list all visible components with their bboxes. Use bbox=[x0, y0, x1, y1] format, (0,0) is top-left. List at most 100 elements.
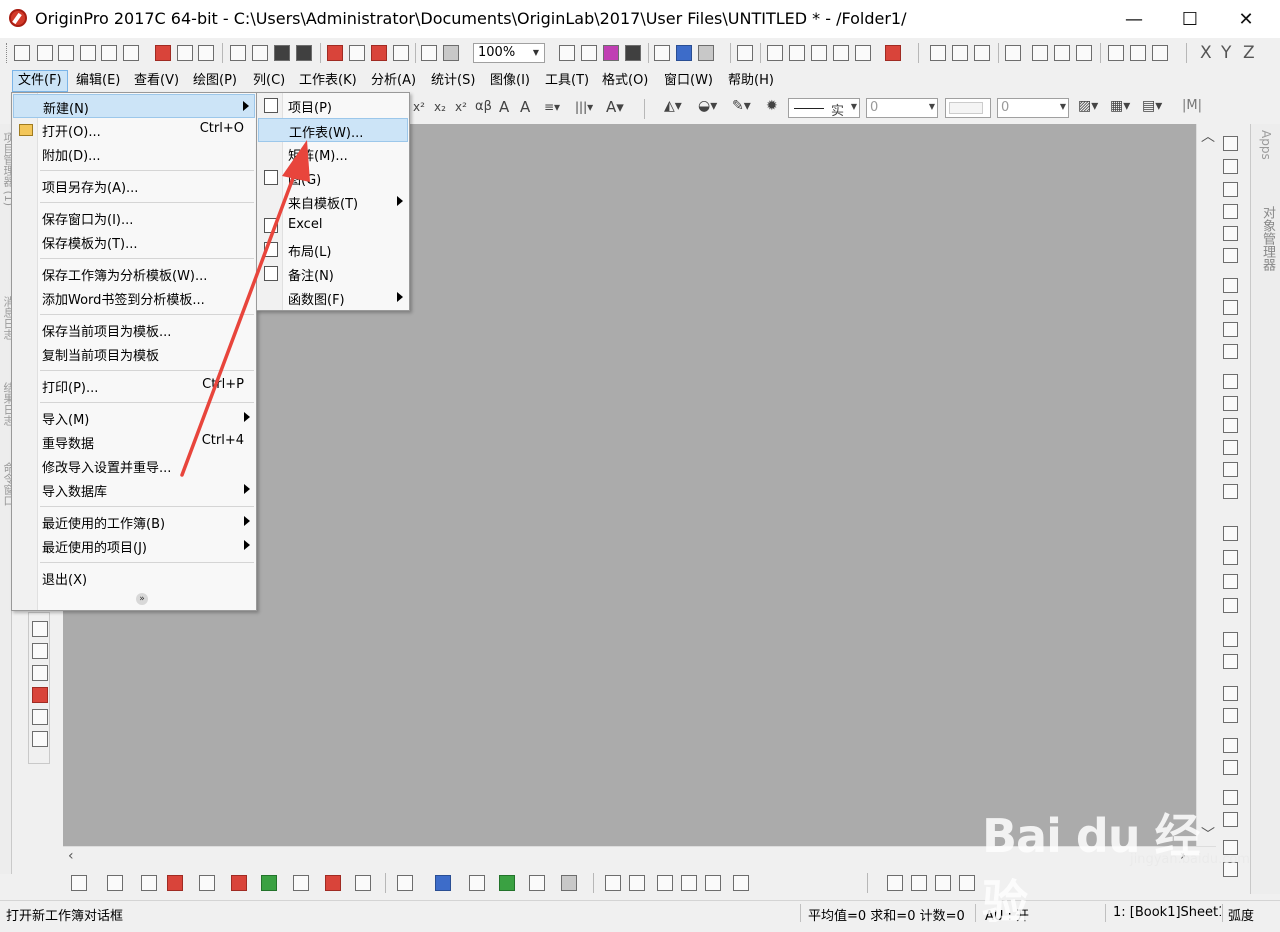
merge-graph-icon[interactable] bbox=[1223, 300, 1238, 315]
stats-icon[interactable] bbox=[952, 45, 968, 61]
line-color-icon[interactable]: ✎▾ bbox=[732, 98, 751, 114]
scroll-left-icon[interactable]: ‹ bbox=[68, 848, 74, 864]
menu-item-save-project-as[interactable]: 项目另存为(A)... bbox=[13, 174, 255, 198]
menu-item-save-window-as[interactable]: 保存窗口为(I)... bbox=[13, 206, 255, 230]
box-chart-icon[interactable] bbox=[1076, 45, 1092, 61]
text-tool-icon[interactable] bbox=[32, 621, 48, 637]
film-icon[interactable] bbox=[625, 45, 641, 61]
ungroup-icon[interactable] bbox=[1223, 812, 1238, 827]
group-icon[interactable] bbox=[1223, 790, 1238, 805]
arrange-backward-icon[interactable] bbox=[959, 875, 975, 891]
grid-layout-icon[interactable] bbox=[1223, 322, 1238, 337]
open-icon[interactable] bbox=[230, 45, 246, 61]
increase-font-icon[interactable]: A bbox=[499, 98, 509, 116]
menu-window[interactable]: 窗口(W) bbox=[659, 70, 718, 92]
xy-plot-icon[interactable] bbox=[199, 875, 215, 891]
new-matrix-icon[interactable] bbox=[101, 45, 117, 61]
mask-swap-icon[interactable] bbox=[657, 875, 673, 891]
calendar-icon[interactable] bbox=[833, 45, 849, 61]
expand-more-icon[interactable]: » bbox=[136, 593, 148, 605]
distribute-v-icon[interactable] bbox=[1223, 654, 1238, 669]
menu-item-recent-projects[interactable]: 最近使用的项目(J) bbox=[13, 534, 255, 558]
send-back-icon[interactable] bbox=[1223, 760, 1238, 775]
light-icon[interactable]: ✹ bbox=[766, 98, 778, 114]
menu-item-save-template-as[interactable]: 保存模板为(T)... bbox=[13, 230, 255, 254]
print-icon[interactable] bbox=[559, 45, 575, 61]
menu-plot[interactable]: 绘图(P) bbox=[188, 70, 242, 92]
new-template-icon[interactable] bbox=[198, 45, 214, 61]
new-project-icon[interactable] bbox=[14, 45, 30, 61]
scatter-plot-icon[interactable] bbox=[107, 875, 123, 891]
bring-front-icon[interactable] bbox=[1223, 738, 1238, 753]
new-workbook-icon[interactable] bbox=[37, 45, 53, 61]
menu-format[interactable]: 格式(O) bbox=[597, 70, 653, 92]
data-reader-icon[interactable] bbox=[32, 687, 48, 703]
menu-worksheet[interactable]: 工作表(K) bbox=[294, 70, 362, 92]
axis-icon[interactable] bbox=[1223, 159, 1238, 174]
contour-plot-icon[interactable] bbox=[499, 875, 515, 891]
bar-chart-icon[interactable] bbox=[1032, 45, 1048, 61]
import-ascii-icon[interactable] bbox=[327, 45, 343, 61]
spreadsheet-icon[interactable] bbox=[811, 45, 827, 61]
color-icon[interactable] bbox=[603, 45, 619, 61]
color-combo[interactable] bbox=[945, 98, 991, 118]
pattern-icon[interactable]: |||▾ bbox=[575, 100, 593, 114]
menu-column[interactable]: 列(C) bbox=[248, 70, 290, 92]
duplicate-icon[interactable] bbox=[421, 45, 437, 61]
submenu-item-matrix[interactable]: 矩阵(M)... bbox=[258, 142, 408, 166]
sigma-icon[interactable] bbox=[930, 45, 946, 61]
greek-icon[interactable]: αβ bbox=[475, 99, 492, 114]
find-icon[interactable] bbox=[767, 45, 783, 61]
region-tool-icon[interactable] bbox=[32, 665, 48, 681]
filter-icon[interactable] bbox=[1108, 45, 1124, 61]
template-plot-icon[interactable] bbox=[355, 875, 371, 891]
minimize-button[interactable]: — bbox=[1106, 0, 1162, 38]
mask-clear-icon[interactable] bbox=[681, 875, 697, 891]
menu-image[interactable]: 图像(I) bbox=[485, 70, 535, 92]
layer-icon[interactable] bbox=[1223, 136, 1238, 151]
menu-analysis[interactable]: 分析(A) bbox=[366, 70, 421, 92]
menu-item-import[interactable]: 导入(M) bbox=[13, 406, 255, 430]
new-graph-icon[interactable] bbox=[80, 45, 96, 61]
import-multiple-icon[interactable] bbox=[349, 45, 365, 61]
line-width-combo[interactable]: 0 ▼ bbox=[866, 98, 938, 118]
object-manager-tab[interactable]: 对象管理器 bbox=[1258, 206, 1277, 271]
chevron-down-icon[interactable]: ▼ bbox=[529, 45, 543, 61]
menu-help[interactable]: 帮助(H) bbox=[723, 70, 779, 92]
3d-plot-icon[interactable] bbox=[397, 875, 413, 891]
pattern-fill-icon[interactable]: ◒▾ bbox=[698, 98, 717, 114]
status-angle-unit[interactable]: 弧度 bbox=[1228, 905, 1254, 924]
chevron-down-icon[interactable]: ▼ bbox=[929, 102, 935, 111]
menu-item-add-word-bookmark[interactable]: 添加Word书签到分析模板... bbox=[13, 286, 255, 310]
decrease-font-icon[interactable]: A bbox=[520, 98, 530, 116]
line-plot-icon[interactable] bbox=[71, 875, 87, 891]
mask-range-icon[interactable] bbox=[629, 875, 645, 891]
menu-item-save-workbook-analysis-template[interactable]: 保存工作簿为分析模板(W)... bbox=[13, 262, 255, 286]
axis-right-icon[interactable] bbox=[1223, 440, 1238, 455]
maximize-button[interactable]: ☐ bbox=[1162, 0, 1218, 38]
image-plot-icon[interactable] bbox=[561, 875, 577, 891]
code-builder-icon[interactable] bbox=[654, 45, 670, 61]
rotate-icon[interactable] bbox=[1223, 226, 1238, 241]
chevron-down-icon[interactable]: ▼ bbox=[1060, 102, 1066, 111]
zoom-search-icon[interactable] bbox=[789, 45, 805, 61]
add-plus-icon[interactable] bbox=[885, 45, 901, 61]
scroll-up-icon[interactable]: ︿ bbox=[1201, 126, 1215, 146]
submenu-item-workbook[interactable]: 工作表(W)... bbox=[258, 118, 408, 142]
save-icon[interactable] bbox=[274, 45, 290, 61]
menu-edit[interactable]: 编辑(E) bbox=[71, 70, 125, 92]
selected-tool-icon[interactable] bbox=[1223, 248, 1238, 263]
menu-item-modify-import-settings[interactable]: 修改导入设置并重导... bbox=[13, 454, 255, 478]
apps-tab[interactable]: Apps bbox=[1259, 130, 1273, 160]
supersub-icon[interactable]: x² bbox=[455, 100, 467, 114]
arrange-forward-icon[interactable] bbox=[935, 875, 951, 891]
column-stats-icon[interactable] bbox=[1005, 45, 1021, 61]
project-explorer-icon[interactable] bbox=[737, 45, 753, 61]
distribute-h-icon[interactable] bbox=[1223, 632, 1238, 647]
new-layout-icon[interactable] bbox=[155, 45, 171, 61]
align-bottom-icon[interactable] bbox=[1223, 598, 1238, 613]
merge-icon[interactable]: |M| bbox=[1182, 98, 1202, 113]
menu-item-save-project-template[interactable]: 保存当前项目为模板... bbox=[13, 318, 255, 342]
submenu-item-project[interactable]: 项目(P) bbox=[258, 94, 408, 118]
fill-color-icon[interactable]: ◭▾ bbox=[664, 98, 682, 114]
